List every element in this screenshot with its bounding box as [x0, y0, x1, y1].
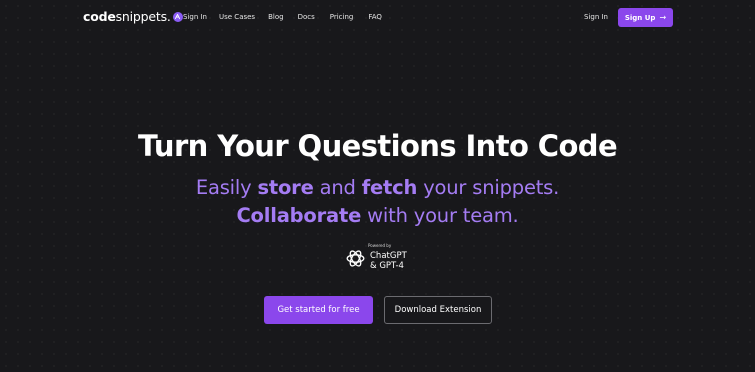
sign-in-link[interactable]: Sign In [584, 13, 608, 22]
nav-link-use-cases[interactable]: Use Cases [219, 13, 255, 22]
sign-up-label: Sign Up [624, 13, 656, 22]
highlight-store: store [257, 176, 314, 199]
openai-icon [345, 248, 366, 269]
get-started-button[interactable]: Get started for free [264, 296, 373, 324]
powered-by-badge: Powered by ChatGPT & GPT-4 [345, 243, 425, 275]
powered-by-model: & GPT-4 [370, 261, 404, 271]
nav-links: Sign In Use Cases Blog Docs Pricing FAQ [183, 13, 382, 22]
download-extension-button[interactable]: Download Extension [384, 296, 492, 324]
sparkle-icon [172, 11, 183, 22]
nav-link-docs[interactable]: Docs [298, 13, 315, 22]
powered-by-name: ChatGPT [370, 251, 407, 261]
nav-link-pricing[interactable]: Pricing [330, 13, 354, 22]
nav-link-blog[interactable]: Blog [268, 13, 283, 22]
hero-subtitle-line-1: Easily store and fetch your snippets. [195, 176, 560, 199]
hero-title: Turn Your Questions Into Code [137, 129, 618, 163]
arrow-right-icon: → [659, 13, 667, 22]
logo-text: codesnippets. [83, 9, 171, 24]
nav-link-sign-in[interactable]: Sign In [183, 13, 207, 22]
sign-up-button[interactable]: Sign Up → [618, 8, 673, 27]
highlight-collaborate: Collaborate [236, 204, 362, 227]
highlight-fetch: fetch [361, 176, 418, 199]
powered-by-label: Powered by [368, 243, 392, 248]
hero-subtitle-line-2: Collaborate with your team. [236, 204, 519, 227]
top-nav: codesnippets. Sign In Use Cases Blog Doc… [0, 0, 755, 36]
logo[interactable]: codesnippets. [83, 10, 183, 24]
nav-link-faq[interactable]: FAQ [368, 13, 382, 22]
